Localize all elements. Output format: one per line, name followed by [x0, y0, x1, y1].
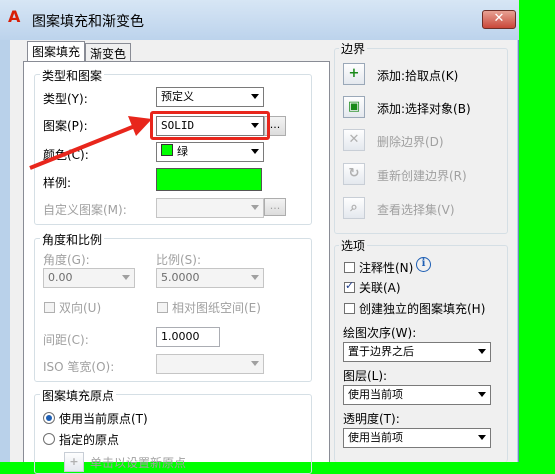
- arrow-shaft: [29, 122, 141, 170]
- annotation-arrow: [29, 116, 152, 170]
